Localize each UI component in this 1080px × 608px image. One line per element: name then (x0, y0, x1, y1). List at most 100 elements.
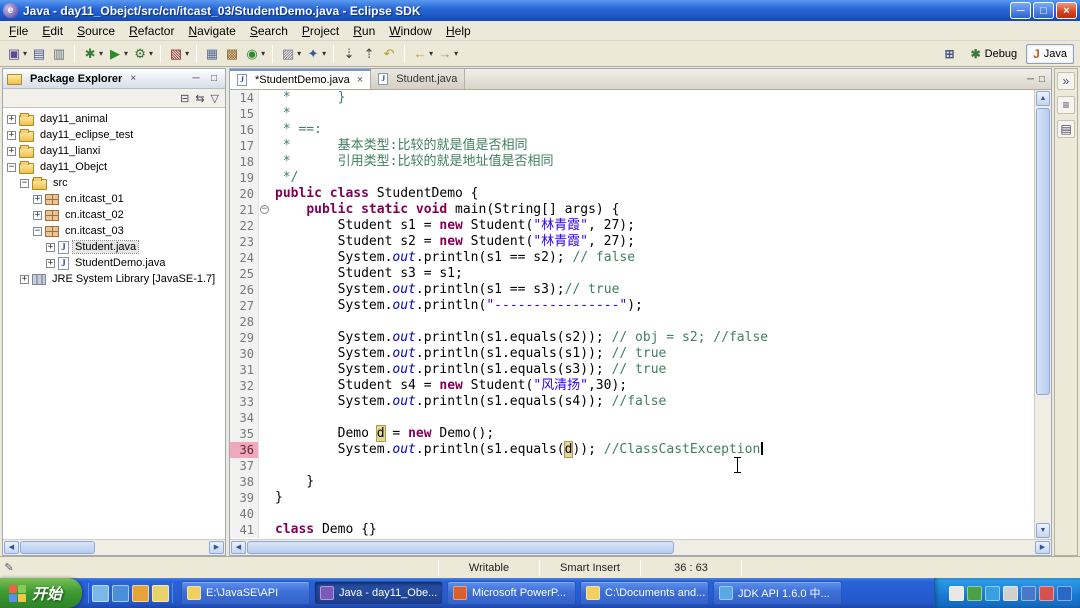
code-text[interactable]: System.out.println("----------------"); (271, 298, 1034, 314)
expander-icon[interactable]: + (46, 258, 55, 268)
coverage-button[interactable]: ▧ ▾ (166, 43, 191, 65)
scroll-up-icon[interactable]: ▲ (1036, 91, 1050, 106)
tree-item-cn-itcast-03[interactable]: − cn.itcast_03 (3, 223, 225, 239)
code-text[interactable]: System.out.println(s1 == s2); // false (271, 250, 1034, 266)
expander-icon[interactable]: + (46, 242, 55, 252)
code-text[interactable]: System.out.println(s1.equals(d)); //Clas… (271, 441, 1034, 458)
expander-icon[interactable]: + (7, 114, 16, 124)
menu-navigate[interactable]: Navigate (181, 22, 242, 40)
outline-view-icon[interactable]: ≡ (1057, 96, 1075, 114)
new-wizard-button[interactable]: ▣ ▾ (4, 43, 29, 65)
back-button[interactable]: ← ▾ (410, 43, 435, 65)
tree-item-student-java[interactable]: + J Student.java (3, 239, 225, 255)
package-explorer-header[interactable]: Package Explorer × ─ □ (3, 69, 225, 89)
internet-explorer-icon[interactable] (112, 584, 130, 602)
network-tray-icon[interactable] (1021, 585, 1036, 601)
editor-vscrollbar[interactable]: ▲ ▼ (1034, 90, 1051, 539)
fold-collapse-icon[interactable]: − (260, 205, 269, 214)
code-text[interactable]: System.out.println(s1.equals(s4)); //fal… (271, 394, 1034, 410)
code-text[interactable] (271, 506, 1034, 522)
code-line[interactable]: 36 System.out.println(s1.equals(d)); //C… (230, 441, 1034, 458)
tree-item-cn-itcast-01[interactable]: + cn.itcast_01 (3, 191, 225, 207)
scroll-left-icon[interactable]: ◀ (231, 541, 246, 554)
code-line[interactable]: 24 System.out.println(s1 == s2); // fals… (230, 250, 1034, 266)
editor-maximize-icon[interactable]: □ (1039, 74, 1045, 85)
code-line[interactable]: 40 (230, 506, 1034, 522)
new-class-button[interactable]: ◉ ▾ (242, 43, 267, 65)
code-line[interactable]: 34 (230, 410, 1034, 426)
vscroll-thumb[interactable] (1036, 108, 1050, 396)
volume-tray-icon[interactable] (1003, 585, 1018, 601)
tree-item-day11-lianxi[interactable]: + day11_lianxi (3, 143, 225, 159)
code-text[interactable]: System.out.println(s1.equals(s1)); // tr… (271, 346, 1034, 362)
link-with-editor-icon[interactable]: ⇆ (195, 92, 204, 105)
title-bar[interactable]: e Java - day11_Obejct/src/cn/itcast_03/S… (0, 0, 1080, 21)
jdk-api-task-button[interactable]: JDK API 1.6.0 中... (713, 581, 843, 605)
code-text[interactable]: * 基本类型:比较的就是值是否相同 (271, 138, 1034, 154)
view-menu-icon[interactable]: ▽ (211, 92, 219, 105)
powerpoint-task-button[interactable]: Microsoft PowerP... (447, 581, 577, 605)
code-text[interactable]: Student s1 = new Student("林青霞", 27); (271, 218, 1034, 234)
open-task-button[interactable]: ▨ ▾ (278, 43, 303, 65)
scroll-left-icon[interactable]: ◀ (4, 541, 19, 554)
editor-hscrollbar[interactable]: ◀ ▶ (230, 539, 1051, 555)
code-text[interactable]: Demo d = new Demo(); (271, 425, 1034, 442)
maximize-button[interactable]: □ (1033, 2, 1054, 19)
code-line[interactable]: 27 System.out.println("----------------"… (230, 298, 1034, 314)
tree-item-cn-itcast-02[interactable]: + cn.itcast_02 (3, 207, 225, 223)
code-line[interactable]: 17 * 基本类型:比较的就是值是否相同 (230, 138, 1034, 154)
code-text[interactable]: public class StudentDemo { (271, 186, 1034, 202)
code-line[interactable]: 25 Student s3 = s1; (230, 266, 1034, 282)
panel-maximize-icon[interactable]: □ (207, 73, 221, 84)
code-text[interactable]: System.out.println(s1 == s3);// true (271, 282, 1034, 298)
last-edit-location-button[interactable]: ↶ (379, 43, 399, 65)
tree-item-day11-obejct[interactable]: − day11_Obejct (3, 159, 225, 175)
expander-icon[interactable]: − (33, 226, 42, 236)
code-line[interactable]: 31 System.out.println(s1.equals(s3)); //… (230, 362, 1034, 378)
panel-minimize-icon[interactable]: ─ (189, 73, 203, 84)
expander-icon[interactable]: + (7, 130, 16, 140)
code-line[interactable]: 33 System.out.println(s1.equals(s4)); //… (230, 394, 1034, 410)
tree-item-studentdemo-java[interactable]: + J StudentDemo.java (3, 255, 225, 271)
code-line[interactable]: 30 System.out.println(s1.equals(s1)); //… (230, 346, 1034, 362)
expander-icon[interactable]: + (7, 146, 16, 156)
hscroll-thumb[interactable] (247, 541, 674, 554)
code-line[interactable]: 23 Student s2 = new Student("林青霞", 27); (230, 234, 1034, 250)
close-button[interactable]: × (1056, 2, 1077, 19)
search-button[interactable]: ✦ ▾ (303, 43, 328, 65)
save-button[interactable]: ▤ (29, 43, 49, 65)
code-line[interactable]: 38 } (230, 474, 1034, 490)
explorer-javase-api-button[interactable]: E:\JavaSE\API (181, 581, 311, 605)
menu-edit[interactable]: Edit (35, 22, 70, 40)
open-perspective-button[interactable]: ⊞ (938, 44, 962, 64)
code-line[interactable]: 16 * ==: (230, 122, 1034, 138)
scroll-right-icon[interactable]: ▶ (1035, 541, 1050, 554)
expander-icon[interactable]: − (7, 162, 16, 172)
scroll-right-icon[interactable]: ▶ (209, 541, 224, 554)
menu-run[interactable]: Run (346, 22, 382, 40)
eclipse-task-button[interactable]: Java - day11_Obe... (314, 581, 444, 605)
code-line[interactable]: 22 Student s1 = new Student("林青霞", 27); (230, 218, 1034, 234)
code-text[interactable]: * (271, 106, 1034, 122)
code-text[interactable]: System.out.println(s1.equals(s2)); // ob… (271, 330, 1034, 346)
debug-button[interactable]: ✱ ▾ (80, 43, 105, 65)
code-line[interactable]: 37 (230, 458, 1034, 474)
editor-tab-studentdemo-java[interactable]: J *StudentDemo.java × (230, 69, 372, 89)
code-text[interactable]: Student s4 = new Student("风清扬",30); (271, 378, 1034, 394)
new-java-project-button[interactable]: ▦ (202, 43, 222, 65)
code-text[interactable]: * ==: (271, 122, 1034, 138)
tree-item-day11-eclipse-test[interactable]: + day11_eclipse_test (3, 127, 225, 143)
declaration-view-icon[interactable]: ▤ (1057, 120, 1075, 138)
minimize-button[interactable]: ─ (1010, 2, 1031, 19)
code-text[interactable]: class Demo {} (271, 522, 1034, 538)
ime-indicator[interactable] (949, 585, 964, 601)
editor-tab-student-java[interactable]: J Student.java (371, 69, 466, 89)
code-text[interactable] (271, 458, 1034, 474)
next-annotation-button[interactable]: ⇣ (339, 43, 359, 65)
run-button[interactable]: ▶ ▾ (105, 43, 130, 65)
code-text[interactable]: Student s3 = s1; (271, 266, 1034, 282)
expander-icon[interactable]: + (33, 210, 42, 220)
start-button[interactable]: 开始 (0, 578, 83, 608)
new-package-button[interactable]: ▩ (222, 43, 242, 65)
previous-annotation-button[interactable]: ⇡ (359, 43, 379, 65)
